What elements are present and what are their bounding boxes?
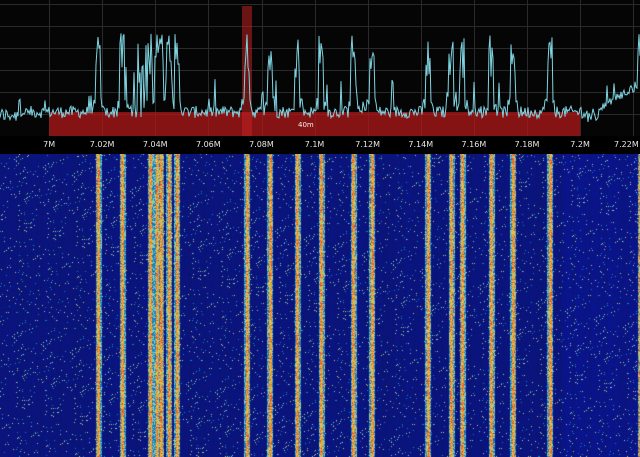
waterfall-display[interactable]	[0, 154, 640, 457]
tick-label-2: 7.04M	[142, 140, 168, 149]
tick-label-6: 7.12M	[355, 140, 381, 149]
tick-label-3: 7.06M	[195, 140, 221, 149]
tick-label-7: 7.14M	[408, 140, 434, 149]
tick-label-11: 7.22M	[614, 140, 639, 149]
tick-label-0: 7M	[43, 140, 56, 149]
tick-label-5: 7.1M	[304, 140, 325, 149]
selected-channel-highlight[interactable]	[241, 6, 252, 136]
tick-label-10: 7.2M	[570, 140, 590, 149]
spectrum-trace	[0, 33, 640, 122]
sdr-panadapter: 40m 7M 7.02M 7.04M 7.06M 7.08M 7.1M 7.12M 7.14M…	[0, 0, 640, 457]
tick-label-8: 7.16M	[461, 140, 487, 149]
tick-label-9: 7.18M	[514, 140, 540, 149]
tick-label-4: 7.08M	[249, 140, 274, 149]
spectrum-display[interactable]	[0, 0, 640, 136]
tick-label-1: 7.02M	[89, 140, 115, 149]
frequency-scale[interactable]: 7M 7.02M 7.04M 7.06M 7.08M 7.1M 7.12M 7.14M 7.16…	[0, 136, 640, 154]
band-overlay-40m[interactable]	[49, 112, 581, 136]
band-label: 40m	[298, 121, 314, 129]
